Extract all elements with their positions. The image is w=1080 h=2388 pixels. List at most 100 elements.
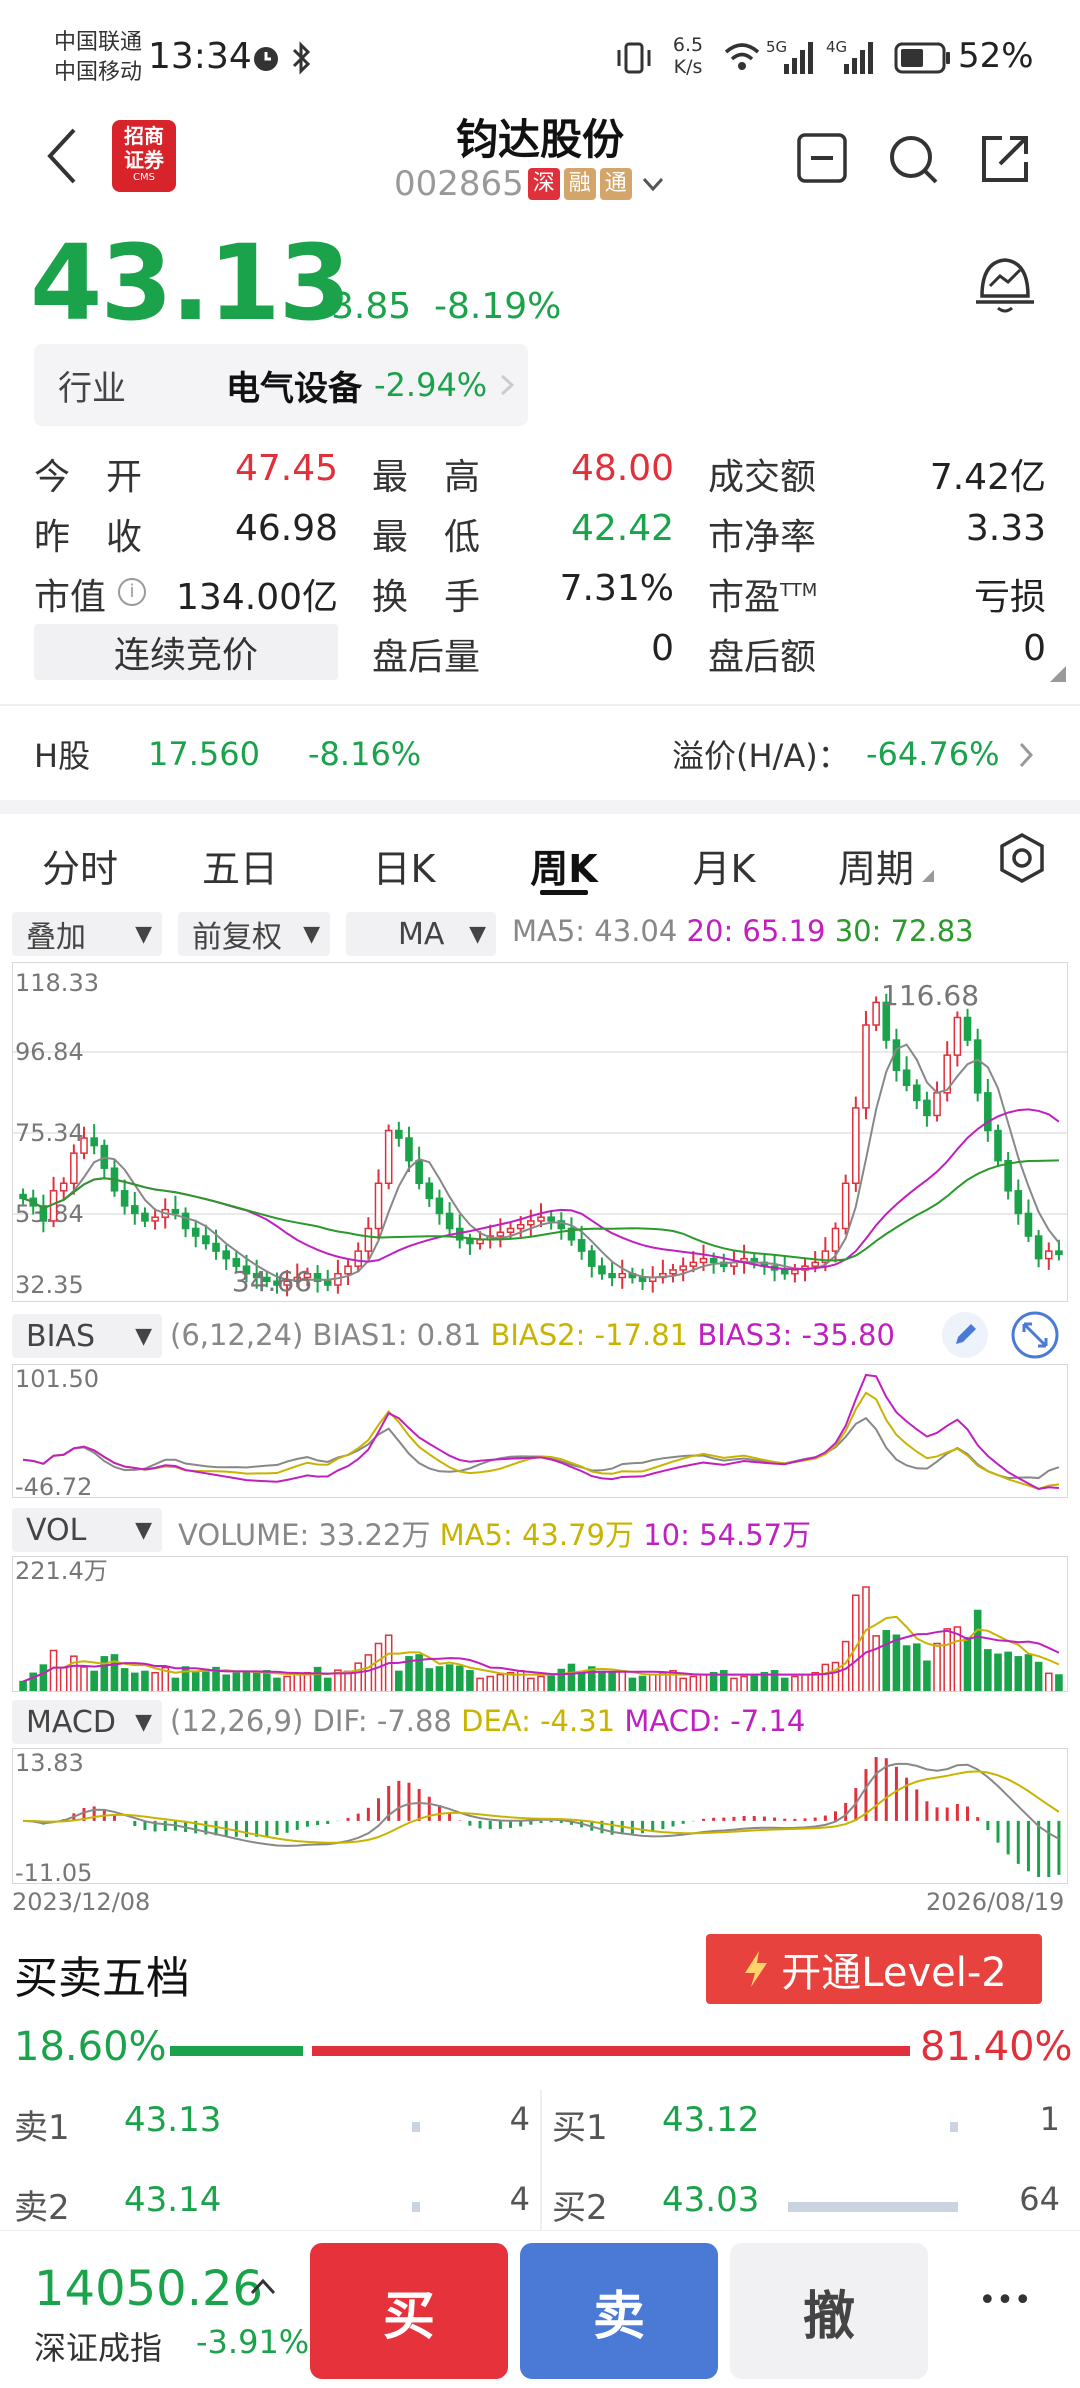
volume-bar (994, 1653, 1002, 1691)
buy-button[interactable]: 买 (310, 2243, 508, 2379)
macd-values: (12,26,9) DIF: -7.88 DEA: -4.31 MACD: -7… (170, 1704, 805, 1738)
macd-dropdown[interactable]: MACD ▼ (12, 1700, 162, 1744)
adjust-dropdown[interactable]: 前复权 ▼ (178, 912, 330, 956)
order-book-rows: 卖1 43.13 4 买1 43.12 1 卖2 43.14 4 买2 43.03 64 (0, 2090, 1080, 2250)
ma30-value: 30: 72.83 (834, 914, 974, 948)
candle (811, 1261, 819, 1267)
candlestick-chart[interactable]: 118.33 96.84 75.34 53.84 32.35 116.68 34.66 (12, 962, 1068, 1302)
overlay-dropdown[interactable]: 叠加 ▼ (12, 912, 162, 956)
macd-params: (12,26,9) (170, 1704, 304, 1738)
volume-bar (293, 1673, 302, 1691)
price-alert-icon[interactable] (974, 252, 1036, 316)
volume-bar (618, 1670, 627, 1691)
clock: 13:34 (148, 36, 252, 77)
tab-5[interactable]: 周期 (806, 838, 946, 893)
watchlist-remove-icon[interactable] (796, 132, 848, 184)
volume-bar (801, 1673, 809, 1691)
section-divider (0, 800, 1080, 814)
volume-bar (141, 1670, 149, 1691)
tab-0[interactable]: 分时 (10, 838, 150, 893)
price-axis-label: 32.35 (15, 1271, 84, 1299)
share-icon[interactable] (978, 132, 1032, 186)
sell-level-price: 43.13 (124, 2100, 222, 2140)
ma-dropdown[interactable]: MA ▼ (346, 912, 496, 956)
volume-bar (1055, 1674, 1063, 1691)
stat-value: 47.45 (234, 448, 338, 489)
battery-icon (894, 42, 950, 74)
signal-icon-2 (844, 42, 873, 74)
price-axis-label: 53.84 (15, 1200, 84, 1228)
stock-code-row[interactable]: 002865 深 融 通 (394, 164, 668, 204)
dea-line (23, 1770, 1060, 1844)
stat-value: 亏损 (973, 577, 1046, 618)
dropdown-arrow-icon: ▼ (135, 1323, 152, 1349)
carrier-1: 中国联通 (54, 30, 143, 55)
volume-bar (80, 1666, 88, 1691)
vol-dropdown[interactable]: VOL ▼ (12, 1508, 162, 1552)
h-share-row[interactable]: H股 17.560 -8.16% 溢价(H/A)： -64.76% (0, 718, 1080, 790)
tab-2[interactable]: 日K (334, 838, 474, 893)
stat-label: 最 低 (372, 517, 481, 558)
candle (181, 1212, 190, 1230)
volume-bar (740, 1675, 748, 1691)
bias-dropdown[interactable]: BIAS ▼ (12, 1314, 162, 1358)
bias-chart[interactable]: 101.50 -46.72 (12, 1364, 1068, 1498)
dropdown-arrow-icon: ▼ (135, 1709, 152, 1735)
settings-icon[interactable] (998, 832, 1046, 884)
volume-bar (39, 1664, 48, 1691)
volume-bar (191, 1670, 200, 1691)
candle (445, 1212, 454, 1230)
volume-bar (263, 1670, 271, 1691)
stat-value: 48.00 (570, 448, 674, 489)
dropdown-arrow-icon: ▼ (135, 1517, 152, 1543)
candle (709, 1257, 718, 1264)
cancel-order-button[interactable]: 撤 (730, 2243, 928, 2379)
index-name: 深证成指 (34, 2329, 163, 2367)
ratio-bar (170, 2046, 910, 2056)
info-icon[interactable]: i (118, 578, 146, 606)
tab-1[interactable]: 五日 (170, 838, 310, 893)
period-dropdown-icon (922, 870, 934, 882)
candle (780, 1269, 789, 1275)
tab-3[interactable]: 周K (494, 838, 634, 893)
dropdown-arrow-icon: ▼ (469, 921, 486, 947)
volume-bar (151, 1671, 159, 1691)
wifi-icon (724, 43, 760, 70)
candle (151, 1216, 159, 1222)
level2-button[interactable]: 开通Level-2 (706, 1934, 1042, 2004)
candle (202, 1235, 210, 1245)
volume-bar (1024, 1654, 1033, 1691)
candle (618, 1272, 627, 1279)
chevron-down-icon (642, 177, 663, 192)
volume-bar (689, 1675, 698, 1691)
chevron-up-icon[interactable] (248, 2273, 278, 2297)
tab-4[interactable]: 月K (654, 838, 794, 893)
sell-level-volume: 4 (509, 2100, 530, 2138)
more-button[interactable]: ••• (950, 2283, 1060, 2318)
h-share-label: H股 (34, 737, 91, 775)
sell-button[interactable]: 卖 (520, 2243, 718, 2379)
volume-bar (598, 1670, 606, 1691)
volume-bar (1044, 1672, 1053, 1691)
buy-level-volume: 64 (1019, 2180, 1060, 2218)
expand-icon[interactable] (1010, 1310, 1060, 1360)
volume-bar (628, 1677, 637, 1691)
macd-chart[interactable]: 13.83 -11.05 (12, 1748, 1068, 1884)
auction-status: 连续竞价 (34, 624, 338, 680)
volume-bar (364, 1654, 373, 1691)
candle (395, 1129, 403, 1139)
candle (953, 1016, 962, 1056)
volume-chart[interactable]: 221.4万 (12, 1556, 1068, 1692)
stat-value: 42.42 (570, 508, 674, 549)
candle (852, 1107, 860, 1185)
search-icon[interactable] (886, 132, 940, 186)
edit-icon[interactable] (940, 1310, 990, 1360)
index-value[interactable]: 14050.26 (34, 2261, 263, 2317)
auction-status-label: 连续竞价 (113, 635, 258, 676)
industry-bar[interactable]: 行业 电气设备 -2.94% (34, 344, 528, 426)
candle (994, 1129, 1002, 1162)
signal-icon-1 (784, 42, 813, 74)
volume-bar (496, 1673, 505, 1691)
candle (587, 1250, 596, 1267)
bias2-line (22, 1391, 1060, 1491)
